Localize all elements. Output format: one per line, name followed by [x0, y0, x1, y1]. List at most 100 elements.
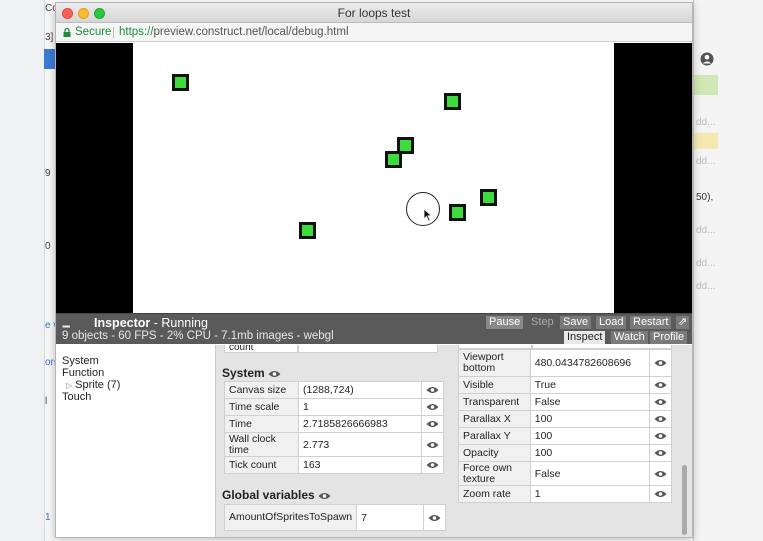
- watch-eye-icon[interactable]: [421, 398, 444, 416]
- pause-button[interactable]: Pause: [486, 316, 524, 329]
- property-row: Zoom rate 1: [458, 485, 672, 503]
- property-value[interactable]: 480.0434782608696: [529, 349, 650, 377]
- tab-watch[interactable]: Watch: [611, 331, 648, 344]
- background-green-row: [694, 75, 718, 95]
- watch-eye-icon[interactable]: [268, 370, 281, 378]
- property-value[interactable]: False: [529, 393, 650, 411]
- expand-arrow-icon[interactable]: ▷: [66, 381, 72, 390]
- popout-icon[interactable]: ⇗: [676, 316, 690, 329]
- game-canvas[interactable]: [133, 43, 614, 315]
- inspector-header: ▪▪▪▪ Inspector - Running 9 objects - 60 …: [56, 313, 692, 344]
- property-key: Parallax X: [458, 410, 531, 428]
- sprite[interactable]: [299, 222, 316, 239]
- step-button[interactable]: Step: [528, 316, 557, 329]
- watch-eye-icon[interactable]: [648, 461, 672, 486]
- tab-inspect[interactable]: Inspect: [564, 331, 606, 344]
- watch-eye-icon[interactable]: [648, 393, 672, 411]
- load-button[interactable]: Load: [596, 316, 627, 329]
- property-value[interactable]: 7: [356, 504, 424, 531]
- watch-eye-icon[interactable]: [648, 376, 672, 394]
- property-key: Canvas size: [224, 381, 299, 399]
- background-text-fragment: dd...: [696, 117, 716, 128]
- property-value[interactable]: 1: [529, 485, 650, 503]
- scrollbar[interactable]: [682, 465, 687, 535]
- property-row: Viewport bottom 480.0434782608696: [458, 349, 672, 377]
- property-key: Time: [224, 415, 299, 433]
- property-row: Parallax Y 100: [458, 427, 672, 445]
- property-row: Time scale 1: [224, 398, 444, 416]
- property-value[interactable]: False: [529, 461, 650, 486]
- tree-item-sprite[interactable]: ▷ Sprite (7): [66, 379, 120, 391]
- window-title: For loops test: [337, 6, 411, 20]
- background-selected-row: [44, 49, 55, 69]
- property-row: Canvas size (1288,724): [224, 381, 444, 399]
- property-key: Wall clock time: [224, 432, 299, 457]
- browser-window: For loops test Secure https://preview.co…: [55, 2, 693, 538]
- secure-label: Secure: [75, 26, 112, 38]
- property-value[interactable]: 163: [298, 456, 422, 474]
- tree-item-touch[interactable]: Touch: [62, 391, 91, 403]
- property-row: AmountOfSpritesToSpawn 7: [223, 504, 446, 531]
- property-key: Viewport bottom: [458, 349, 531, 377]
- watch-eye-icon[interactable]: [648, 410, 672, 428]
- property-row: Parallax X 100: [458, 410, 672, 428]
- tab-profile[interactable]: Profile: [650, 331, 688, 344]
- background-link-fragment: 1: [45, 512, 51, 523]
- property-value[interactable]: (1288,724): [298, 381, 422, 399]
- restart-button[interactable]: Restart: [630, 316, 672, 329]
- tree-item-sprite-label: Sprite (7): [75, 379, 121, 391]
- system-panel: count System Canvas size (1288,724) Time…: [216, 345, 446, 537]
- watch-eye-icon[interactable]: [421, 415, 444, 433]
- url-path: /local/debug.html: [261, 26, 349, 38]
- window-titlebar[interactable]: For loops test: [56, 3, 692, 23]
- user-icon[interactable]: [700, 52, 714, 66]
- watch-eye-icon[interactable]: [318, 492, 331, 500]
- section-title-system: System: [222, 366, 281, 380]
- address-separator: [113, 27, 114, 38]
- property-row: Tick count 163: [224, 456, 444, 474]
- sprite[interactable]: [480, 189, 497, 206]
- watch-eye-icon[interactable]: [648, 444, 672, 462]
- inspector-body: System Function ▷ Sprite (7) Touch count …: [56, 345, 692, 537]
- url-text[interactable]: https://preview.construct.net/local/debu…: [119, 23, 349, 42]
- sprite[interactable]: [172, 74, 189, 91]
- watch-eye-icon[interactable]: [423, 504, 446, 531]
- inspector-title: Inspector - Running: [94, 316, 208, 330]
- watch-eye-icon[interactable]: [421, 381, 444, 399]
- property-value[interactable]: 100: [529, 427, 650, 445]
- property-value[interactable]: 100: [529, 410, 650, 428]
- watch-eye-icon[interactable]: [648, 427, 672, 445]
- inspector-stats: 9 objects - 60 FPS - 2% CPU - 7.1mb imag…: [62, 330, 334, 342]
- background-text-fragment: dd...: [696, 258, 716, 269]
- property-value[interactable]: 2.7185826666983: [298, 415, 422, 433]
- url-host: preview.construct.net: [153, 26, 262, 38]
- watch-eye-icon[interactable]: [648, 349, 672, 377]
- section-title-global-variables: Global variables: [222, 488, 331, 502]
- property-row: Opacity 100: [458, 444, 672, 462]
- address-bar[interactable]: Secure https://preview.construct.net/loc…: [56, 23, 692, 42]
- property-value[interactable]: True: [529, 376, 650, 394]
- background-panel-strip: [44, 0, 55, 541]
- watch-eye-icon[interactable]: [421, 456, 444, 474]
- property-value[interactable]: 2.773: [298, 432, 422, 457]
- background-text-fragment: dd...: [696, 225, 716, 236]
- url-scheme: https://: [119, 26, 154, 38]
- save-button[interactable]: Save: [560, 316, 592, 329]
- game-viewport[interactable]: [56, 43, 692, 315]
- system-properties-table: Canvas size (1288,724) Time scale 1 Time…: [224, 381, 444, 474]
- lock-icon: [63, 28, 71, 37]
- tree-item-function[interactable]: Function: [62, 367, 104, 379]
- property-value[interactable]: 1: [298, 398, 422, 416]
- background-text-fragment: 9: [45, 168, 51, 179]
- watch-eye-icon[interactable]: [648, 485, 672, 503]
- tree-item-system[interactable]: System: [62, 355, 99, 367]
- property-value[interactable]: 100: [529, 444, 650, 462]
- background-text-fragment: 50),: [696, 192, 714, 203]
- sprite[interactable]: [444, 93, 461, 110]
- property-row: Wall clock time 2.773: [224, 432, 444, 457]
- sprite[interactable]: [385, 151, 402, 168]
- background-text-fragment: dd...: [696, 156, 716, 167]
- global-variables-table: AmountOfSpritesToSpawn 7: [223, 504, 446, 531]
- sprite[interactable]: [449, 204, 466, 221]
- watch-eye-icon[interactable]: [421, 432, 444, 457]
